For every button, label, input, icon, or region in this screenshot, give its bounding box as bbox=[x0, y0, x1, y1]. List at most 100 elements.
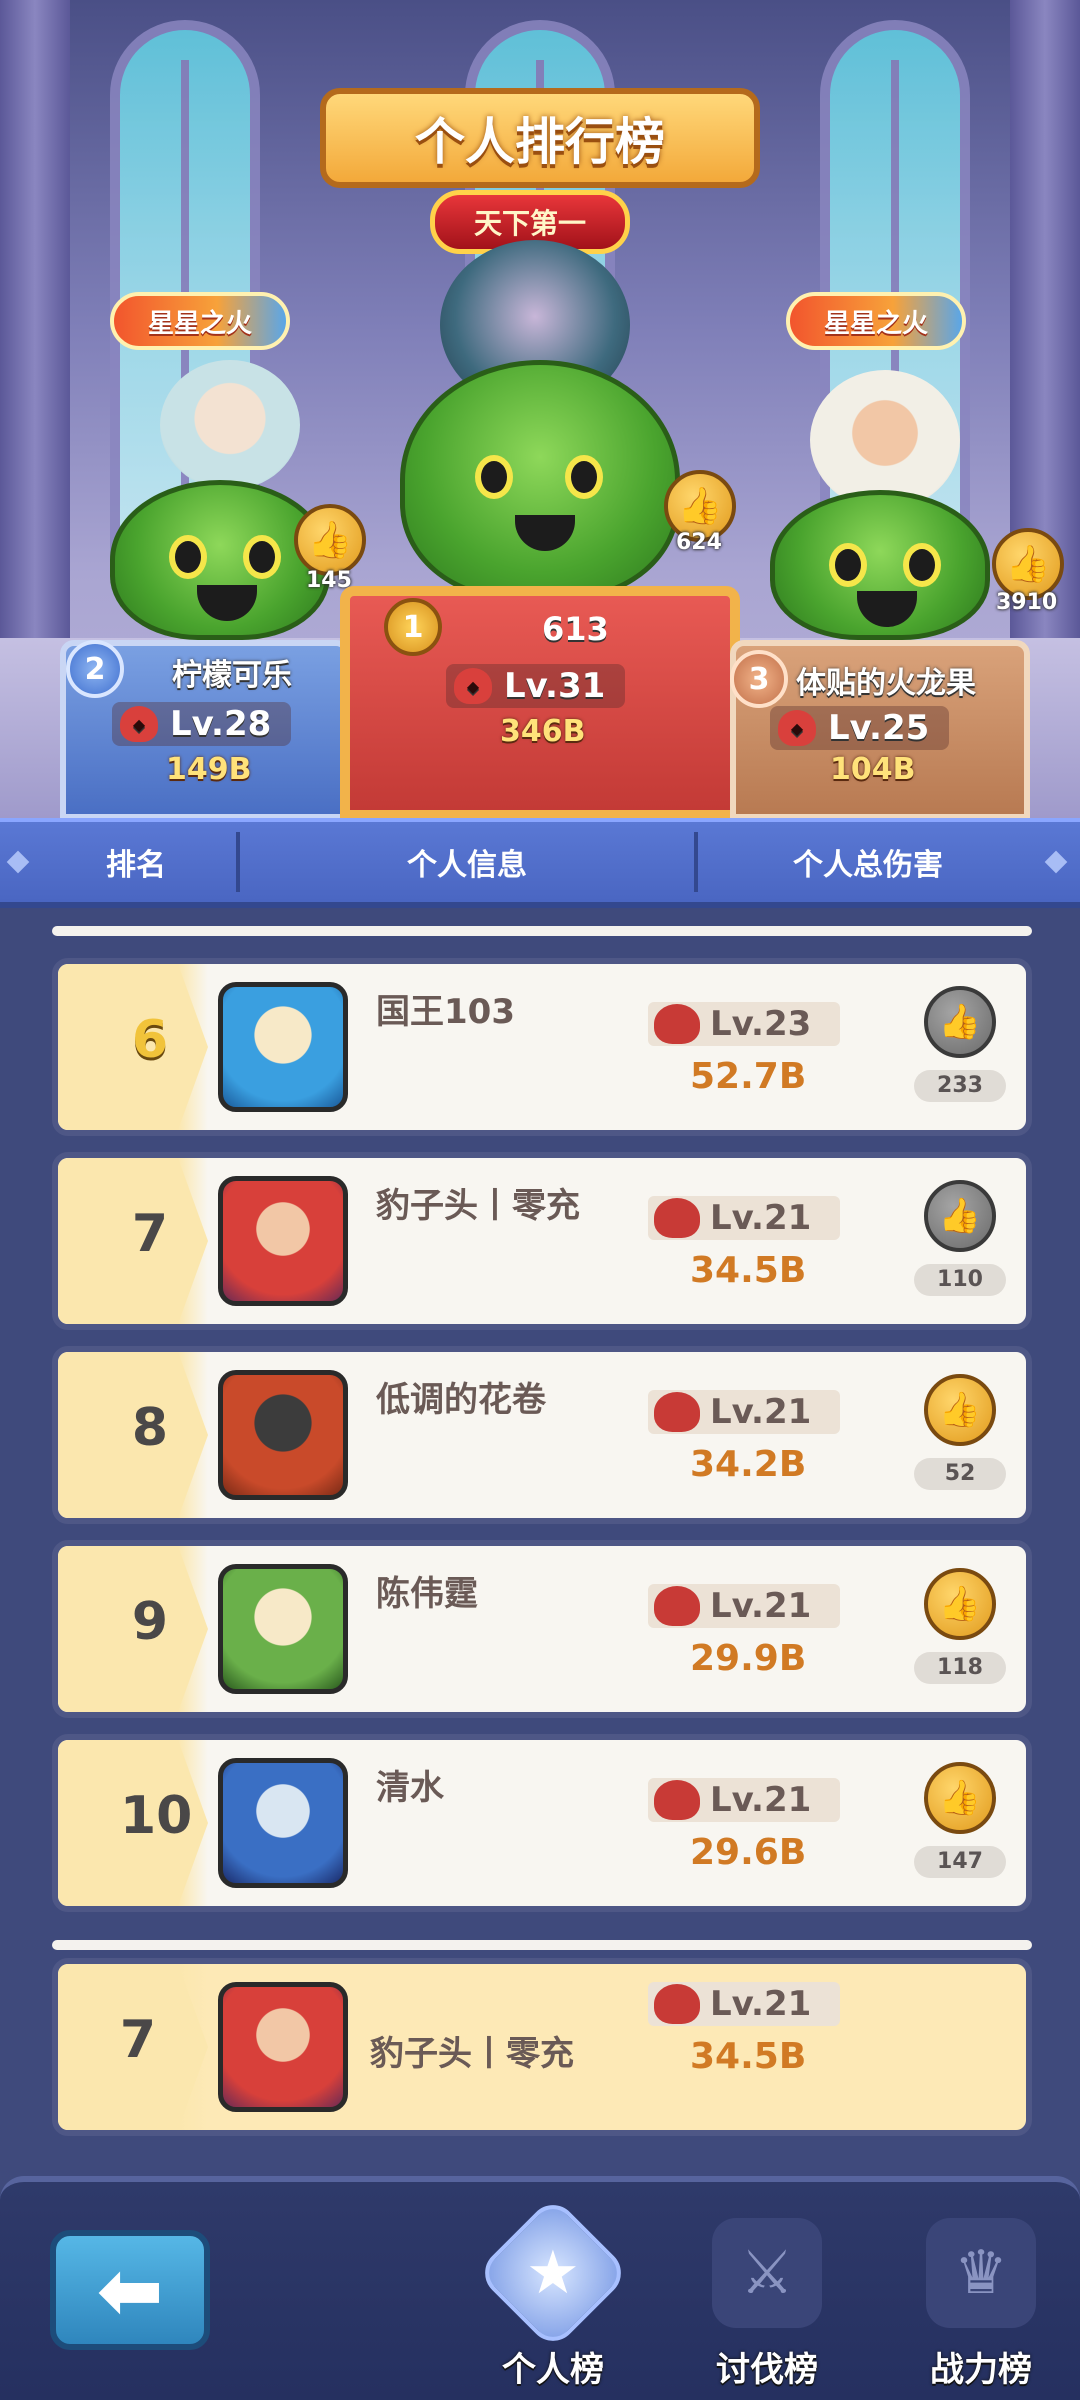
list-item[interactable]: 10 清水 Lv.21 29.6B 👍 147 bbox=[52, 1734, 1032, 1912]
like-count: 52 bbox=[914, 1458, 1006, 1490]
creature-first bbox=[400, 360, 680, 600]
like-button[interactable]: 👍 bbox=[924, 986, 996, 1058]
player-name: 豹子头丨零充 bbox=[376, 1186, 580, 1226]
level-third: ◆ Lv.25 bbox=[770, 706, 950, 750]
tab-crusade[interactable]: ⚔ 讨伐榜 bbox=[682, 2202, 852, 2400]
player-name-third: 体贴的火龙果 bbox=[796, 666, 976, 701]
level-badge: Lv.23 bbox=[648, 1002, 840, 1046]
page-title: 个人排行榜 bbox=[320, 88, 760, 188]
level-second: ◆ Lv.28 bbox=[112, 702, 292, 746]
player-name: 国王103 bbox=[376, 992, 515, 1032]
level-badge: Lv.21 bbox=[648, 1778, 840, 1822]
thumbs-up-icon: 👍 bbox=[938, 1584, 982, 1624]
rank-number: 7 bbox=[131, 1204, 169, 1264]
damage-value: 29.6B bbox=[690, 1832, 807, 1873]
avatar[interactable] bbox=[218, 1758, 348, 1888]
title-badge-third: 星星之火 bbox=[786, 292, 966, 350]
back-button[interactable]: ⬅ bbox=[50, 2230, 210, 2350]
avatar[interactable] bbox=[218, 1982, 348, 2112]
demon-skull-icon bbox=[654, 1586, 700, 1626]
tab-power[interactable]: ♛ 战力榜 bbox=[896, 2202, 1066, 2400]
like-button[interactable]: 👍 bbox=[924, 1374, 996, 1446]
level-badge: Lv.21 bbox=[648, 1196, 840, 1240]
column-damage: 个人总伤害 bbox=[793, 848, 943, 883]
arrow-left-icon: ⬅ bbox=[96, 2243, 164, 2337]
demon-skull-icon bbox=[654, 1780, 700, 1820]
demon-skull-icon bbox=[654, 1198, 700, 1238]
rank-number: 6 bbox=[131, 1010, 169, 1070]
demon-skull-icon bbox=[654, 1392, 700, 1432]
like-button[interactable]: 👍 bbox=[924, 1180, 996, 1252]
avatar[interactable] bbox=[218, 1370, 348, 1500]
like-count: 233 bbox=[914, 1070, 1006, 1102]
player-name: 清水 bbox=[376, 1768, 444, 1808]
shield-crown-icon: ♛ bbox=[926, 2218, 1036, 2328]
rank-number: 7 bbox=[119, 2010, 157, 2070]
like-count-first: 624 bbox=[676, 530, 722, 555]
column-header: 排名 个人信息 个人总伤害 bbox=[0, 818, 1080, 908]
damage-value: 52.7B bbox=[690, 1056, 807, 1097]
damage-value: 29.9B bbox=[690, 1638, 807, 1679]
damage-value: 34.5B bbox=[690, 2036, 807, 2077]
rank-number: 10 bbox=[120, 1786, 193, 1846]
title-badge-second: 星星之火 bbox=[110, 292, 290, 350]
tab-label: 讨伐榜 bbox=[716, 2350, 818, 2390]
like-count: 118 bbox=[914, 1652, 1006, 1684]
column-info: 个人信息 bbox=[407, 848, 527, 883]
demon-skull-icon bbox=[654, 1004, 700, 1044]
diamond-ornament bbox=[1044, 850, 1068, 874]
like-count-third: 3910 bbox=[996, 590, 1058, 615]
demon-skull-icon: ◆ bbox=[120, 706, 158, 742]
like-button-second[interactable]: 👍 bbox=[294, 504, 366, 576]
thumbs-up-icon: 👍 bbox=[938, 1002, 982, 1042]
hero-character-third bbox=[810, 370, 960, 510]
rank-medal-second: 2 bbox=[66, 640, 124, 698]
bottom-nav: ⬅ ★ 个人榜 ⚔ 讨伐榜 ♛ 战力榜 bbox=[0, 2176, 1080, 2400]
tab-personal[interactable]: ★ 个人榜 bbox=[468, 2195, 638, 2400]
demon-skull-icon: ◆ bbox=[778, 710, 816, 746]
column-rank: 排名 bbox=[106, 848, 166, 883]
damage-value: 34.2B bbox=[690, 1444, 807, 1485]
hero-character-second bbox=[160, 360, 300, 490]
damage-third: 104B bbox=[830, 752, 916, 787]
creature-third bbox=[770, 490, 990, 640]
list-item[interactable]: 9 陈伟霆 Lv.21 29.9B 👍 118 bbox=[52, 1540, 1032, 1718]
score-first: 613 bbox=[542, 610, 609, 648]
thumbs-up-icon: 👍 bbox=[938, 1196, 982, 1236]
like-button[interactable]: 👍 bbox=[924, 1568, 996, 1640]
damage-second: 149B bbox=[166, 752, 252, 787]
diamond-ornament bbox=[6, 850, 30, 874]
list-item[interactable]: 7 豹子头丨零充 Lv.21 34.5B 👍 110 bbox=[52, 1152, 1032, 1330]
thumbs-up-icon: 👍 bbox=[938, 1778, 982, 1818]
star-medal-icon: ★ bbox=[475, 2195, 631, 2351]
avatar[interactable] bbox=[218, 982, 348, 1112]
player-name: 低调的花卷 bbox=[376, 1380, 546, 1420]
avatar[interactable] bbox=[218, 1564, 348, 1694]
player-name: 豹子头丨零充 bbox=[370, 2034, 574, 2074]
like-count: 110 bbox=[914, 1264, 1006, 1296]
rank-number: 8 bbox=[131, 1398, 169, 1458]
thumbs-up-icon: 👍 bbox=[1005, 544, 1051, 585]
damage-value: 34.5B bbox=[690, 1250, 807, 1291]
level-badge: Lv.21 bbox=[648, 1982, 840, 2026]
level-badge: Lv.21 bbox=[648, 1584, 840, 1628]
list-item[interactable]: 6 国王103 Lv.23 52.7B 👍 233 bbox=[52, 958, 1032, 1136]
ranking-list[interactable]: 6 国王103 Lv.23 52.7B 👍 233 7 豹子头丨零充 Lv.21… bbox=[0, 912, 1080, 2172]
tab-label: 战力榜 bbox=[930, 2350, 1032, 2390]
player-name-second: 柠檬可乐 bbox=[172, 658, 292, 693]
avatar[interactable] bbox=[218, 1176, 348, 1306]
rank-medal-third: 3 bbox=[730, 650, 788, 708]
level-badge: Lv.21 bbox=[648, 1390, 840, 1434]
rank-number: 9 bbox=[131, 1592, 169, 1652]
crossed-swords-icon: ⚔ bbox=[712, 2218, 822, 2328]
level-first: ◆ Lv.31 bbox=[446, 664, 626, 708]
demon-skull-icon: ◆ bbox=[454, 668, 492, 704]
damage-first: 346B bbox=[500, 714, 586, 749]
list-item[interactable]: 8 低调的花卷 Lv.21 34.2B 👍 52 bbox=[52, 1346, 1032, 1524]
player-name: 陈伟霆 bbox=[376, 1574, 478, 1614]
like-button[interactable]: 👍 bbox=[924, 1762, 996, 1834]
my-rank-row[interactable]: 7 豹子头丨零充 Lv.21 34.5B bbox=[52, 1958, 1032, 2136]
thumbs-up-icon: 👍 bbox=[938, 1390, 982, 1430]
demon-skull-icon bbox=[654, 1984, 700, 2024]
rank-medal-first: 1 bbox=[384, 598, 442, 656]
